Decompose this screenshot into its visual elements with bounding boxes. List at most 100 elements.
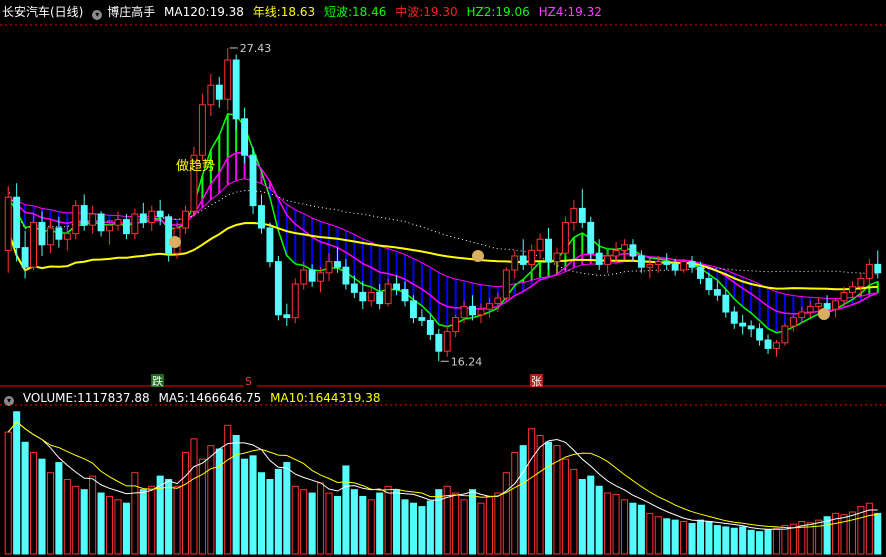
volume-bar [772,527,781,555]
volume-bar [578,479,586,555]
candle-body [114,219,122,226]
volume-bar [80,489,88,555]
candle-body [131,213,139,235]
candle-body [722,294,730,313]
volume-bar [114,499,122,555]
volume-ma5-line [7,421,878,530]
candle-body [654,261,662,265]
candle-body [688,261,696,268]
volume-bar [511,451,519,555]
candle-body [401,289,409,302]
candle-body [283,314,291,319]
volume-bar [705,520,713,555]
volume-bar [181,451,190,555]
candle-body [97,213,105,232]
candle-body [612,249,620,257]
volume-bar [89,475,97,555]
candle-body [122,219,130,235]
volume-bar [55,462,63,555]
short-wave-line [7,112,879,334]
volume-bar [544,441,553,555]
volume-bar [21,441,29,555]
candle-body [697,266,704,279]
volume-bar [13,411,21,555]
low-price-label: 16.24 [451,355,483,368]
volume-bar [342,465,350,555]
candle-body [291,283,299,319]
volume-bar [241,458,249,555]
volume-bar [207,445,215,555]
money-bag-icon [818,308,830,320]
volume-bar [122,502,130,555]
volume-bar [823,516,831,555]
volume-bar [696,519,705,555]
candle-body [477,308,485,316]
volume-bar [781,525,789,555]
candle-body [148,210,156,223]
candle-body [730,311,738,324]
candle-body [207,84,215,106]
candle-body [511,255,519,271]
volume-bar [105,495,114,555]
candle-body [460,305,468,319]
volume-bar [409,502,417,555]
volume-bar [477,502,485,555]
volume-bar [646,512,654,555]
money-bag-icon [472,250,484,262]
volume-bar [460,499,468,555]
candle-body [367,291,375,302]
candle-body [435,333,443,352]
volume-bar [629,502,637,555]
candle-body [350,283,358,293]
candle-body [38,221,46,246]
candle-body [46,227,54,246]
candle-body [334,261,341,268]
candle-body [165,216,173,254]
candle-body [806,305,814,313]
candle-body [604,255,612,265]
candle-body [325,261,333,274]
candle-body [756,328,764,341]
volume-bar [747,529,755,555]
candle-body [55,227,63,240]
candle-body [705,277,713,291]
candle-body [789,317,797,327]
candle-body [815,303,823,307]
candle-body [241,118,249,156]
candle-body [781,325,789,344]
candle-body [519,255,527,265]
volume-bar [452,492,460,555]
candle-body [578,207,586,223]
volume-bar [654,516,662,555]
volume-bar [612,493,620,555]
candle-body [561,221,569,254]
candle-body [308,269,316,282]
volume-bar [713,525,721,555]
candle-body [182,210,189,229]
candle-body [494,297,502,305]
price-volume-chart[interactable]: 27.43 16.24 做趋势跌 S 张 [0,0,886,557]
volume-bar [148,485,156,555]
candle-body [376,291,384,305]
candle-body [874,263,882,274]
candle-body [266,227,274,263]
volume-bar [874,512,882,555]
candle-body [274,261,282,316]
volume-bar [249,455,257,555]
candle-body [224,59,232,100]
candle-body [342,266,350,285]
volume-bar [131,472,139,555]
volume-ma10-line [7,421,878,529]
candle-body [798,311,806,319]
candle-body [80,205,88,226]
candle-body [764,339,772,349]
volume-bar [848,511,856,555]
candle-body [198,104,206,156]
volume-bar [840,514,848,555]
candle-body [773,342,780,349]
volume-bar [620,499,629,555]
volume-bar [350,489,358,555]
candle-body [384,283,392,305]
kline-chart-stage: 长安汽车(日线) ▾ 博庄高手 MA120:19.38 年线:18.63 短波:1… [0,0,886,557]
candle-body [713,289,721,296]
